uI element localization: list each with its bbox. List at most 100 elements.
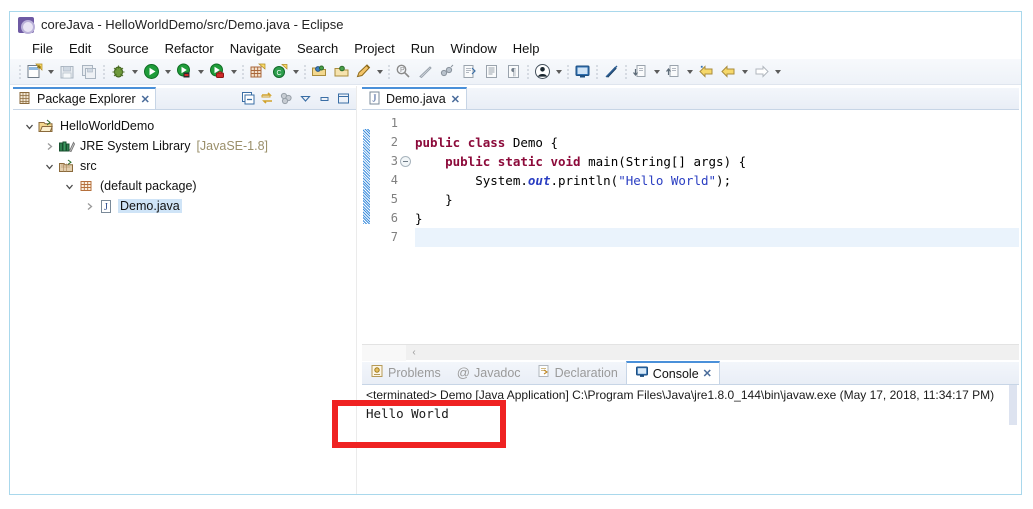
toggle-mark-occurrences-icon[interactable] — [352, 61, 374, 83]
last-edit-location-icon[interactable] — [695, 61, 717, 83]
new-java-project-icon[interactable] — [246, 61, 268, 83]
source-folder-icon — [57, 158, 75, 174]
save-icon[interactable] — [56, 61, 78, 83]
mark-occurrences-dropdown[interactable] — [374, 61, 385, 83]
view-menu-icon[interactable] — [297, 90, 314, 107]
view-menu-dots-icon[interactable] — [278, 90, 295, 107]
save-all-icon[interactable] — [78, 61, 100, 83]
open-task-list-icon[interactable] — [458, 61, 480, 83]
scroll-left-icon[interactable]: ‹ — [406, 345, 422, 361]
chevron-right-icon[interactable] — [41, 138, 57, 154]
new-wizard-dropdown[interactable] — [45, 61, 56, 83]
tab-javadoc[interactable]: @ Javadoc — [449, 361, 529, 384]
new-wizard-icon[interactable] — [23, 61, 45, 83]
close-icon[interactable]: ✕ — [703, 367, 712, 380]
javadoc-icon: @ — [456, 365, 470, 380]
chevron-right-icon[interactable] — [81, 198, 97, 214]
external-tools-dropdown[interactable] — [195, 61, 206, 83]
tab-package-explorer[interactable]: Package Explorer ✕ — [13, 87, 156, 109]
tree-item-default-package[interactable]: (default package) — [13, 176, 356, 196]
toolbar-separator — [385, 61, 392, 83]
line-number: 5 — [390, 192, 398, 206]
open-task-icon[interactable] — [330, 61, 352, 83]
close-icon[interactable]: ✕ — [451, 93, 460, 106]
skip-all-breakpoints-icon[interactable] — [600, 61, 622, 83]
tree-label-jre-system-library: JRE System Library — [80, 139, 191, 153]
chevron-down-icon[interactable] — [21, 118, 37, 134]
tree-sublabel-javase: [JavaSE-1.8] — [196, 139, 269, 153]
source-code[interactable]: public class Demo { public static void m… — [401, 110, 1019, 344]
link-with-editor-icon[interactable] — [259, 90, 276, 107]
tab-declaration[interactable]: Declaration — [529, 361, 626, 384]
search-icon[interactable]: P — [392, 61, 414, 83]
panel-divider[interactable] — [356, 86, 360, 494]
code-line-5: } — [415, 192, 453, 207]
skip-breakpoints-icon[interactable] — [414, 61, 436, 83]
pilcrow-icon[interactable]: ¶ — [502, 61, 524, 83]
collapse-all-icon[interactable] — [240, 90, 257, 107]
menu-item-help[interactable]: Help — [505, 40, 548, 57]
open-perspective-icon[interactable] — [571, 61, 593, 83]
scrollbar-thumb[interactable] — [1009, 385, 1017, 425]
show-whitespace-icon[interactable] — [480, 61, 502, 83]
next-annotation-icon[interactable] — [662, 61, 684, 83]
user-dropdown[interactable] — [553, 61, 564, 83]
new-class-icon[interactable]: C — [268, 61, 290, 83]
menu-item-project[interactable]: Project — [346, 40, 402, 57]
editor-text-area[interactable]: 1 2 3 4 5 6 7 public class Demo {public… — [362, 110, 1019, 344]
console-vertical-scrollbar[interactable] — [1007, 385, 1019, 491]
previous-annotation-icon[interactable] — [629, 61, 651, 83]
line-number: 7 — [390, 230, 398, 244]
tab-demo-java[interactable]: J Demo.java ✕ — [362, 87, 467, 109]
tab-console[interactable]: Console ✕ — [625, 361, 720, 384]
code-line-6: } — [415, 211, 423, 226]
tree-item-project[interactable]: HelloWorldDemo — [13, 116, 356, 136]
menu-item-window[interactable]: Window — [443, 40, 505, 57]
tree-item-src[interactable]: src — [13, 156, 356, 176]
tree-item-demo-java[interactable]: J Demo.java — [13, 196, 356, 216]
project-tree[interactable]: HelloWorldDemo JRE System Library [JavaS… — [13, 110, 356, 491]
tree-item-jre-library[interactable]: JRE System Library [JavaSE-1.8] — [13, 136, 356, 156]
run-external-tools-icon[interactable] — [173, 61, 195, 83]
menu-item-search[interactable]: Search — [289, 40, 346, 57]
coverage-icon[interactable] — [206, 61, 228, 83]
console-output-area[interactable]: <terminated> Demo [Java Application] C:\… — [362, 385, 1019, 491]
tab-problems[interactable]: Problems — [362, 361, 449, 384]
chevron-down-icon[interactable] — [41, 158, 57, 174]
menu-item-edit[interactable]: Edit — [61, 40, 99, 57]
editor-horizontal-scrollbar[interactable]: ‹ — [362, 344, 1019, 361]
eclipse-window: coreJava - HelloWorldDemo/src/Demo.java … — [9, 11, 1022, 495]
run-dropdown[interactable] — [162, 61, 173, 83]
back-dropdown[interactable] — [739, 61, 750, 83]
menu-item-source[interactable]: Source — [99, 40, 156, 57]
debug-dropdown[interactable] — [129, 61, 140, 83]
minimize-view-icon[interactable] — [316, 90, 333, 107]
forward-icon[interactable] — [750, 61, 772, 83]
menu-item-refactor[interactable]: Refactor — [157, 40, 222, 57]
toolbar-separator — [100, 61, 107, 83]
link-icon[interactable] — [436, 61, 458, 83]
maximize-view-icon[interactable] — [335, 90, 352, 107]
project-icon — [37, 118, 55, 134]
line-number: 4 — [390, 173, 398, 187]
close-icon[interactable]: ✕ — [141, 93, 150, 106]
forward-dropdown[interactable] — [772, 61, 783, 83]
menu-item-run[interactable]: Run — [403, 40, 443, 57]
back-icon[interactable] — [717, 61, 739, 83]
package-explorer-tab-label: Package Explorer — [37, 92, 136, 106]
user-icon[interactable] — [531, 61, 553, 83]
coverage-dropdown[interactable] — [228, 61, 239, 83]
previous-annotation-dropdown[interactable] — [651, 61, 662, 83]
new-class-dropdown[interactable] — [290, 61, 301, 83]
run-icon[interactable] — [140, 61, 162, 83]
changed-lines-marker — [363, 129, 370, 224]
debug-icon[interactable] — [107, 61, 129, 83]
open-type-icon[interactable] — [308, 61, 330, 83]
menu-item-file[interactable]: File — [24, 40, 61, 57]
code-line-4: System.out.println("Hello World"); — [415, 173, 732, 188]
next-annotation-dropdown[interactable] — [684, 61, 695, 83]
tree-label-default-package: (default package) — [100, 179, 197, 193]
menu-item-navigate[interactable]: Navigate — [222, 40, 289, 57]
chevron-down-icon[interactable] — [61, 178, 77, 194]
code-line-7 — [415, 228, 1019, 247]
